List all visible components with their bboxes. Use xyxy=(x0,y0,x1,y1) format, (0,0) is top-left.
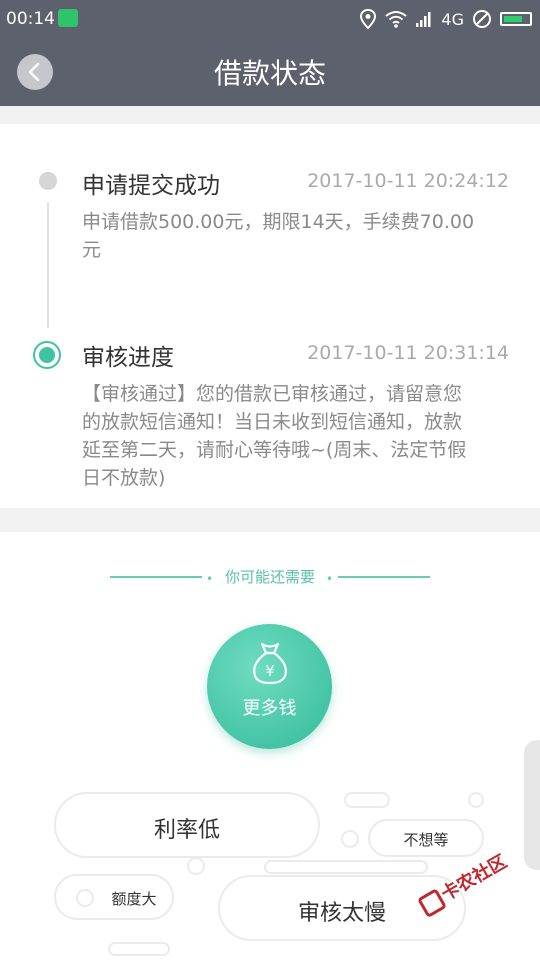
tag-low-rate-label: 利率低 xyxy=(153,818,220,843)
decor-shape xyxy=(108,942,170,956)
top-bar: 00:14 4G 借款状态 xyxy=(0,0,540,106)
status-icons: 4G xyxy=(359,8,532,30)
decor-shape xyxy=(341,830,359,848)
desc-line: 元 xyxy=(82,239,102,261)
divider-dot: • xyxy=(326,572,334,586)
more-money-button[interactable]: ¥ 更多钱 xyxy=(207,624,332,749)
svg-text:¥: ¥ xyxy=(265,662,275,680)
signal-icon xyxy=(416,12,431,27)
decor-shape xyxy=(344,792,390,808)
you-may-need-label: 你可能还需要 xyxy=(224,568,315,586)
more-money-label: 更多钱 xyxy=(242,698,297,719)
desc-line: 【审核通过】您的借款已审核通过，请留意您 xyxy=(82,383,463,405)
money-bag-icon: ¥ xyxy=(253,642,287,685)
desc-line: 申请借款500.00元，期限14天，手续费70.00 xyxy=(82,211,475,233)
no-sim-icon xyxy=(473,10,491,28)
wechat-icon xyxy=(58,9,78,27)
desc-line: 日不放款) xyxy=(82,467,166,489)
loan-status-timeline: 申请提交成功 2017-10-11 20:24:12 申请借款500.00元，期… xyxy=(0,124,540,508)
status-bar: 00:14 4G xyxy=(0,0,540,38)
divider-right xyxy=(338,576,430,578)
decor-shape xyxy=(468,792,484,808)
step-time-review: 2017-10-11 20:31:14 xyxy=(307,342,509,364)
side-drawer-handle[interactable] xyxy=(524,740,540,870)
step-desc-submitted: 申请借款500.00元，期限14天，手续费70.00 元 xyxy=(82,208,512,264)
decor-shape xyxy=(264,860,428,874)
tag-big-amount[interactable]: 额度大 xyxy=(54,874,174,920)
location-icon xyxy=(360,9,377,29)
desc-line: 的放款短信通知！当日未收到短信通知，放款 xyxy=(82,411,463,433)
timeline-connector xyxy=(47,202,49,328)
page-title: 借款状态 xyxy=(213,57,326,90)
tag-big-amount-label: 额度大 xyxy=(111,890,157,908)
network-type: 4G xyxy=(441,9,464,29)
timeline-dot-done xyxy=(39,172,57,190)
step-title-review: 审核进度 xyxy=(82,345,174,371)
step-desc-review: 【审核通过】您的借款已审核通过，请留意您 的放款短信通知！当日未收到短信通知，放… xyxy=(82,380,512,492)
desc-line: 延至第二天，请耐心等待哦~(周末、法定节假 xyxy=(82,439,467,461)
decor-shape xyxy=(187,857,205,875)
status-time: 00:14 xyxy=(6,9,55,29)
timeline-dot-current xyxy=(33,341,61,369)
tag-low-rate[interactable]: 利率低 xyxy=(54,792,320,858)
decor-shape xyxy=(76,889,94,907)
wifi-icon xyxy=(385,11,408,28)
step-time-submitted: 2017-10-11 20:24:12 xyxy=(307,170,509,192)
battery-icon xyxy=(500,12,532,26)
header: 借款状态 xyxy=(0,38,540,106)
step-title-submitted: 申请提交成功 xyxy=(82,173,220,199)
